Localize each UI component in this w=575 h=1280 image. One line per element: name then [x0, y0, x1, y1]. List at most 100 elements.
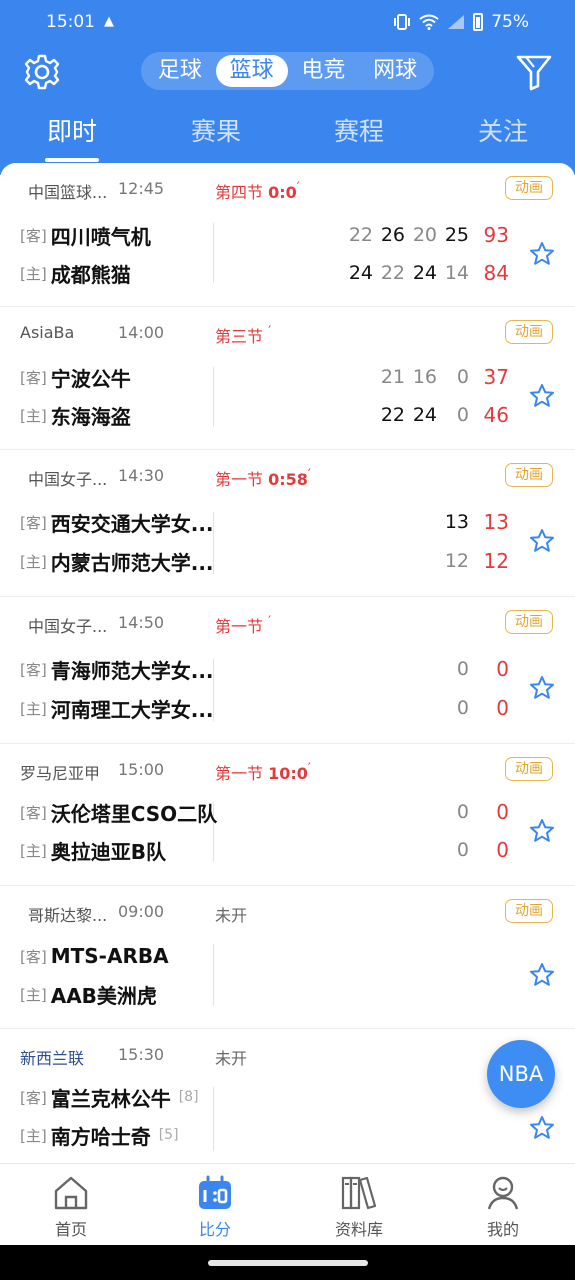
tab-schedule[interactable]: 赛程	[334, 112, 384, 148]
away-team: [客] 宁波公牛	[20, 363, 131, 391]
home-team: [主] AAB美洲虎	[20, 980, 157, 1008]
match-card[interactable]: 罗马尼亚甲 15:00 第一节 10:0′ 动画 [客] 沃伦塔里CSO二队 0…	[0, 744, 575, 886]
quarter-score: 0	[456, 697, 469, 719]
home-team-name: AAB美洲虎	[50, 983, 157, 1008]
total-score: 13	[483, 510, 509, 534]
animation-badge[interactable]: 动画	[505, 320, 553, 344]
user-icon	[487, 1176, 519, 1210]
animation-badge[interactable]: 动画	[505, 899, 553, 923]
nav-database[interactable]: 资料库	[314, 1174, 404, 1240]
clock-tick: ′	[268, 324, 272, 340]
nav-scores[interactable]: 比分	[170, 1174, 260, 1240]
home-team: [主] 南方哈士奇 [5]	[20, 1121, 179, 1149]
star-follow-icon[interactable]	[529, 241, 555, 267]
home-team: [主] 河南理工大学女...	[20, 694, 214, 722]
tab-live[interactable]: 即时	[44, 112, 100, 162]
sport-tab-tennis[interactable]: 网球	[359, 55, 431, 87]
nba-floating-button[interactable]: NBA	[487, 1040, 555, 1108]
bottom-nav: 首页 比分 资料库 我的	[0, 1163, 575, 1245]
star-follow-icon[interactable]	[529, 1115, 555, 1141]
league-name: 罗马尼亚甲	[20, 764, 101, 783]
star-follow-icon[interactable]	[529, 528, 555, 554]
tab-following[interactable]: 关注	[478, 112, 528, 148]
battery-percent: 75%	[491, 12, 529, 32]
match-list: 中国篮球... 12:45 第四节 0:0′ 动画 [客] 四川喷气机 22 2…	[0, 163, 575, 1163]
match-card[interactable]: 中国篮球... 12:45 第四节 0:0′ 动画 [客] 四川喷气机 22 2…	[0, 163, 575, 307]
quarter-score: 20	[412, 224, 437, 246]
match-card[interactable]: 新西兰联 15:30 未开 [客] 富兰克林公牛 [8] [主] 南方哈士奇 […	[0, 1029, 575, 1163]
away-team-name: 青海师范大学女...	[50, 658, 214, 683]
match-time: 14:00	[118, 323, 165, 342]
settings-gear-icon[interactable]	[22, 52, 62, 92]
signal-icon	[448, 15, 465, 29]
home-tag: [主]	[20, 841, 47, 860]
away-scores: 0 0	[437, 655, 509, 683]
quarter-score: 0	[456, 366, 469, 388]
match-card[interactable]: 哥斯达黎... 09:00 未开 动画 [客] MTS-ARBA [主] AAB…	[0, 886, 575, 1029]
league-name: 新西兰联	[20, 1049, 85, 1068]
wifi-icon	[419, 14, 439, 30]
away-team-name: MTS-ARBA	[50, 944, 169, 968]
home-tag: [主]	[20, 552, 47, 571]
away-scores: 13 13	[437, 508, 509, 536]
match-status: 第四节 0:0′	[215, 179, 300, 203]
match-card[interactable]: 中国女子... 14:50 第一节 ′ 动画 [客] 青海师范大学女... 0 …	[0, 597, 575, 744]
home-scores: 12 12	[437, 547, 509, 575]
sport-tab-football[interactable]: 足球	[144, 55, 216, 87]
animation-badge[interactable]: 动画	[505, 610, 553, 634]
star-follow-icon[interactable]	[529, 675, 555, 701]
home-scores: 24 22 24 14 84	[341, 259, 509, 287]
game-clock: 10:0	[268, 764, 308, 783]
filter-funnel-icon[interactable]	[515, 52, 553, 92]
match-card[interactable]: 中国女子... 14:30 第一节 0:58′ 动画 [客] 西安交通大学女..…	[0, 450, 575, 597]
clock-tick: ′	[307, 467, 311, 483]
nav-profile[interactable]: 我的	[458, 1174, 548, 1240]
total-score: 93	[483, 223, 509, 247]
quarter-score: 16	[412, 366, 437, 388]
star-follow-icon[interactable]	[529, 383, 555, 409]
period-label: 第一节	[215, 764, 264, 783]
total-score: 0	[496, 696, 509, 720]
match-time: 14:30	[118, 466, 165, 485]
animation-badge[interactable]: 动画	[505, 757, 553, 781]
battery-icon	[473, 13, 484, 31]
away-tag: [客]	[20, 1088, 47, 1107]
quarter-score: 22	[380, 262, 405, 284]
away-scores: 22 26 20 25 93	[341, 221, 509, 249]
home-team: [主] 内蒙古师范大学...	[20, 547, 214, 575]
sport-tab-esports[interactable]: 电竞	[288, 55, 360, 87]
away-tag: [客]	[20, 513, 47, 532]
team-divider	[213, 1087, 214, 1151]
quarter-score: 26	[380, 224, 405, 246]
home-team: [主] 奥拉迪亚B队	[20, 836, 166, 864]
quarter-score: 24	[412, 262, 437, 284]
vibrate-icon	[394, 14, 411, 30]
match-card[interactable]: AsiaBa 14:00 第三节 ′ 动画 [客] 宁波公牛 21 16 0 3…	[0, 307, 575, 450]
animation-badge[interactable]: 动画	[505, 176, 553, 200]
home-tag: [主]	[20, 264, 47, 283]
quarter-score: 0	[456, 658, 469, 680]
quarter-score: 0	[456, 839, 469, 861]
nav-home[interactable]: 首页	[26, 1174, 116, 1240]
tab-results[interactable]: 赛果	[191, 112, 241, 148]
match-status: 第一节 ′	[215, 613, 271, 637]
quarter-score: 0	[456, 801, 469, 823]
home-team-name: 内蒙古师范大学...	[50, 550, 214, 575]
away-rank: [8]	[178, 1089, 199, 1105]
home-gesture-handle[interactable]	[208, 1260, 368, 1266]
quarter-score: 24	[348, 262, 373, 284]
period-label: 第三节	[215, 327, 264, 346]
star-follow-icon[interactable]	[529, 962, 555, 988]
away-tag: [客]	[20, 226, 47, 245]
star-follow-icon[interactable]	[529, 818, 555, 844]
away-team-name: 西安交通大学女...	[50, 511, 214, 536]
sport-tab-basketball[interactable]: 篮球	[215, 55, 288, 87]
quarter-score: 21	[380, 366, 405, 388]
quarter-score: 13	[444, 511, 469, 533]
nav-home-label: 首页	[54, 1220, 87, 1239]
animation-badge[interactable]: 动画	[505, 463, 553, 487]
clock-tick: ′	[307, 761, 311, 777]
home-team: [主] 东海海盗	[20, 401, 131, 429]
home-scores: 0 0	[437, 836, 509, 864]
total-score: 46	[483, 403, 509, 427]
